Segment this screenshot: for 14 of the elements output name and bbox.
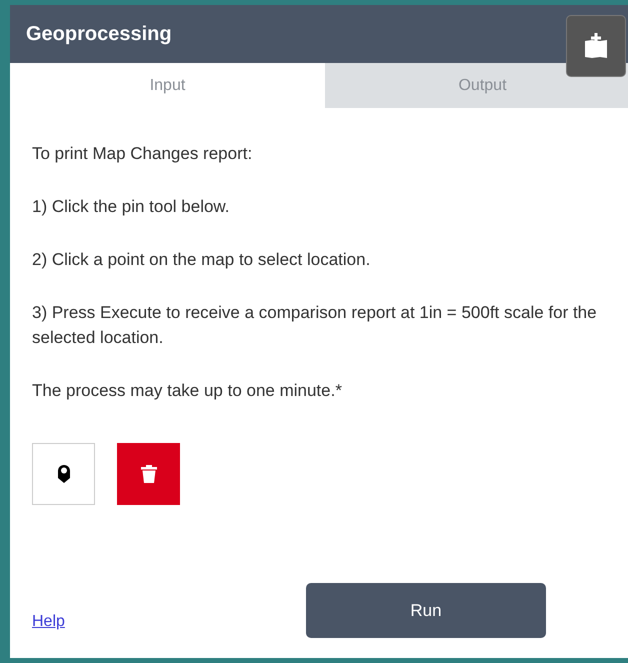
instruction-text: To print Map Changes report:	[32, 143, 254, 165]
help-link[interactable]: Help	[32, 610, 65, 634]
pin-button[interactable]	[32, 443, 95, 505]
map-add-button[interactable]	[566, 15, 626, 77]
pin-icon	[58, 465, 70, 483]
instruction-text: 3) Press Execute to receive a comparison report at 1in = 500ft scale for the selected location.	[32, 302, 598, 349]
trash-icon	[140, 465, 156, 483]
instruction-text: 2) Click a point on the map to select location.	[32, 249, 372, 271]
panel-title: Geoprocessing	[26, 22, 172, 47]
instruction-text: 1) Click the pin tool below.	[32, 196, 230, 218]
run-button[interactable]: Run	[306, 583, 546, 638]
map-add-icon	[583, 31, 609, 61]
instruction-text: The process may take up to one minute.*	[32, 380, 343, 402]
delete-button[interactable]	[117, 443, 180, 505]
